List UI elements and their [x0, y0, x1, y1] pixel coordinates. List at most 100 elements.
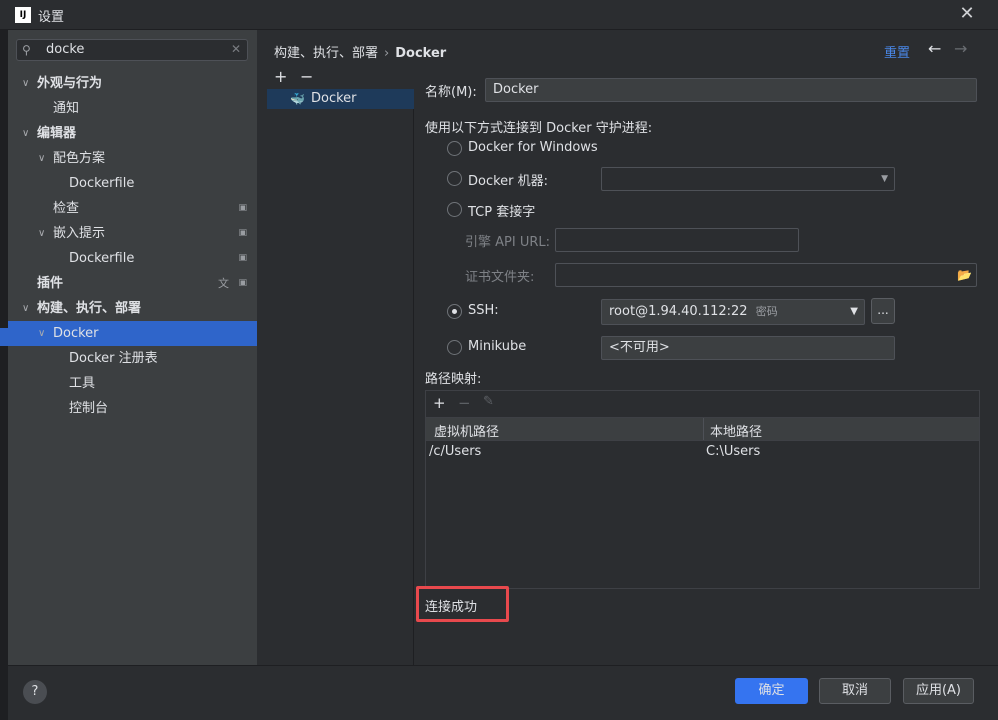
cert-folder-field[interactable]: 📂 — [555, 263, 977, 287]
tree-item-label: 外观与行为 — [37, 76, 103, 91]
breadcrumb-separator: › — [384, 46, 390, 61]
arrow-left-icon[interactable]: ← — [928, 39, 941, 58]
project-settings-icon: ▣ — [238, 278, 247, 288]
local-path-cell: C:\Users — [706, 444, 761, 459]
vm-path-cell: /c/Users — [429, 444, 482, 459]
dialog-footer: ? 确定 取消 应用(A) — [8, 665, 998, 720]
cancel-button[interactable]: 取消 — [819, 678, 891, 704]
reset-link[interactable]: 重置 — [884, 42, 910, 61]
path-mapping-label: 路径映射: — [425, 372, 482, 387]
radio-ssh[interactable] — [447, 304, 462, 319]
name-field[interactable]: Docker — [485, 78, 977, 102]
settings-main-panel: 构建、执行、部署 › Docker 重置 ← → + − 🐳 Docker 名称(M… — [258, 30, 998, 665]
tree-item-docker[interactable]: ∨ Docker — [8, 321, 257, 346]
name-label: 名称(M): — [425, 85, 477, 100]
project-settings-icon: ▣ — [238, 228, 247, 238]
tree-item-docker-registry[interactable]: Docker 注册表 — [8, 346, 257, 371]
tree-item-inlay-hints-dockerfile[interactable]: Dockerfile ▣ — [8, 246, 257, 271]
tree-item-appearance[interactable]: ∨ 外观与行为 — [8, 71, 257, 96]
close-icon[interactable]: ✕ — [956, 3, 978, 25]
help-button[interactable]: ? — [23, 680, 47, 704]
radio-minikube[interactable] — [447, 340, 462, 355]
ssh-connection-select[interactable]: root@1.94.40.112:22 密码 ▼ — [601, 299, 865, 325]
breadcrumb-parent[interactable]: 构建、执行、部署 — [274, 46, 378, 61]
path-mapping-table: + − ✎ 虚拟机路径 本地路径 /c/Users C:\Users — [425, 390, 980, 589]
config-item-label: Docker — [311, 91, 357, 106]
chevron-down-icon[interactable]: ∨ — [38, 146, 45, 171]
tree-item-tools[interactable]: 工具 — [8, 371, 257, 396]
tree-item-plugins[interactable]: 插件 文 ▣ — [8, 271, 257, 296]
tree-item-label: 控制台 — [69, 401, 109, 416]
ok-button[interactable]: 确定 — [735, 678, 808, 704]
tree-item-notifications[interactable]: 通知 — [8, 96, 257, 121]
chevron-down-icon: ▼ — [881, 174, 888, 184]
tree-item-label: 工具 — [69, 376, 96, 391]
path-table-toolbar: + − ✎ — [426, 391, 979, 417]
column-divider — [703, 418, 704, 440]
tcp-socket-label: TCP 套接字 — [468, 205, 536, 220]
docker-icon: 🐳 — [290, 92, 305, 106]
search-icon: ⚲ — [22, 43, 31, 57]
chevron-down-icon: ▼ — [850, 306, 858, 317]
tree-item-color-scheme[interactable]: ∨ 配色方案 — [8, 146, 257, 171]
chevron-down-icon[interactable]: ∨ — [22, 71, 29, 96]
tree-item-label: 通知 — [53, 101, 80, 116]
minikube-label: Minikube — [468, 339, 527, 354]
project-settings-icon: ▣ — [238, 203, 247, 213]
chevron-down-icon[interactable]: ∨ — [38, 321, 45, 346]
intellij-logo-icon: IJ — [15, 7, 31, 23]
tree-item-label: Docker 注册表 — [69, 351, 158, 366]
folder-icon[interactable]: 📂 — [957, 264, 972, 286]
remove-config-icon[interactable]: − — [300, 67, 313, 86]
chevron-down-icon[interactable]: ∨ — [22, 296, 29, 321]
title-bar: IJ 设置 ✕ — [0, 0, 998, 30]
ssh-label: SSH: — [468, 303, 499, 318]
project-settings-icon: ▣ — [238, 253, 247, 263]
minikube-field[interactable]: <不可用> — [601, 336, 895, 360]
translate-icon: 文 — [218, 277, 229, 290]
column-header-vm-path[interactable]: 虚拟机路径 — [434, 421, 499, 440]
ssh-browse-button[interactable]: ... — [871, 298, 895, 324]
tree-item-label: 嵌入提示 — [53, 226, 106, 241]
tree-item-editor[interactable]: ∨ 编辑器 — [8, 121, 257, 146]
breadcrumb: 构建、执行、部署 › Docker — [274, 42, 446, 61]
settings-sidebar: ⚲ docke ✕ ∨ 外观与行为 通知 ∨ 编辑器 ∨ 配色方案 Docker… — [8, 30, 257, 665]
connect-via-label: 使用以下方式连接到 Docker 守护进程: — [425, 121, 653, 136]
tree-item-label: Dockerfile — [69, 176, 135, 191]
ssh-value: root@1.94.40.112:22 — [609, 304, 748, 319]
arrow-right-icon[interactable]: → — [954, 39, 967, 58]
radio-docker-for-windows[interactable] — [447, 141, 462, 156]
tree-item-label: 插件 — [37, 276, 64, 291]
add-config-icon[interactable]: + — [274, 67, 287, 86]
tree-item-color-scheme-dockerfile[interactable]: Dockerfile — [8, 171, 257, 196]
engine-api-url-label: 引擎 API URL: — [465, 235, 551, 250]
edit-icon[interactable]: ✎ — [483, 394, 494, 409]
tree-item-build-exec-deploy[interactable]: ∨ 构建、执行、部署 — [8, 296, 257, 321]
docker-machine-select[interactable]: ▼ — [601, 167, 895, 191]
left-edge-strip — [0, 30, 8, 720]
apply-button[interactable]: 应用(A) — [903, 678, 974, 704]
clear-search-icon[interactable]: ✕ — [231, 42, 241, 56]
window-title: 设置 — [38, 10, 65, 25]
engine-api-url-field[interactable] — [555, 228, 799, 252]
radio-docker-machine[interactable] — [447, 171, 462, 186]
ssh-auth-type: 密码 — [755, 305, 778, 318]
docker-for-windows-label: Docker for Windows — [468, 140, 598, 155]
settings-search-input[interactable]: ⚲ docke ✕ — [16, 39, 248, 61]
table-row[interactable]: /c/Users C:\Users — [426, 442, 979, 464]
tree-item-inspections[interactable]: 检查 ▣ — [8, 196, 257, 221]
tree-item-label: Dockerfile — [69, 251, 135, 266]
path-table-header: 虚拟机路径 本地路径 — [426, 417, 979, 441]
docker-config-list: 🐳 Docker — [267, 89, 414, 665]
add-icon[interactable]: + — [433, 394, 446, 412]
column-header-local-path[interactable]: 本地路径 — [710, 421, 762, 440]
breadcrumb-current: Docker — [395, 46, 447, 61]
tree-item-console[interactable]: 控制台 — [8, 396, 257, 421]
radio-tcp-socket[interactable] — [447, 202, 462, 217]
chevron-down-icon[interactable]: ∨ — [38, 221, 45, 246]
search-value: docke — [46, 42, 85, 57]
tree-item-inlay-hints[interactable]: ∨ 嵌入提示 ▣ — [8, 221, 257, 246]
chevron-down-icon[interactable]: ∨ — [22, 121, 29, 146]
remove-icon[interactable]: − — [458, 394, 471, 412]
config-item-docker[interactable]: 🐳 Docker — [267, 89, 414, 109]
